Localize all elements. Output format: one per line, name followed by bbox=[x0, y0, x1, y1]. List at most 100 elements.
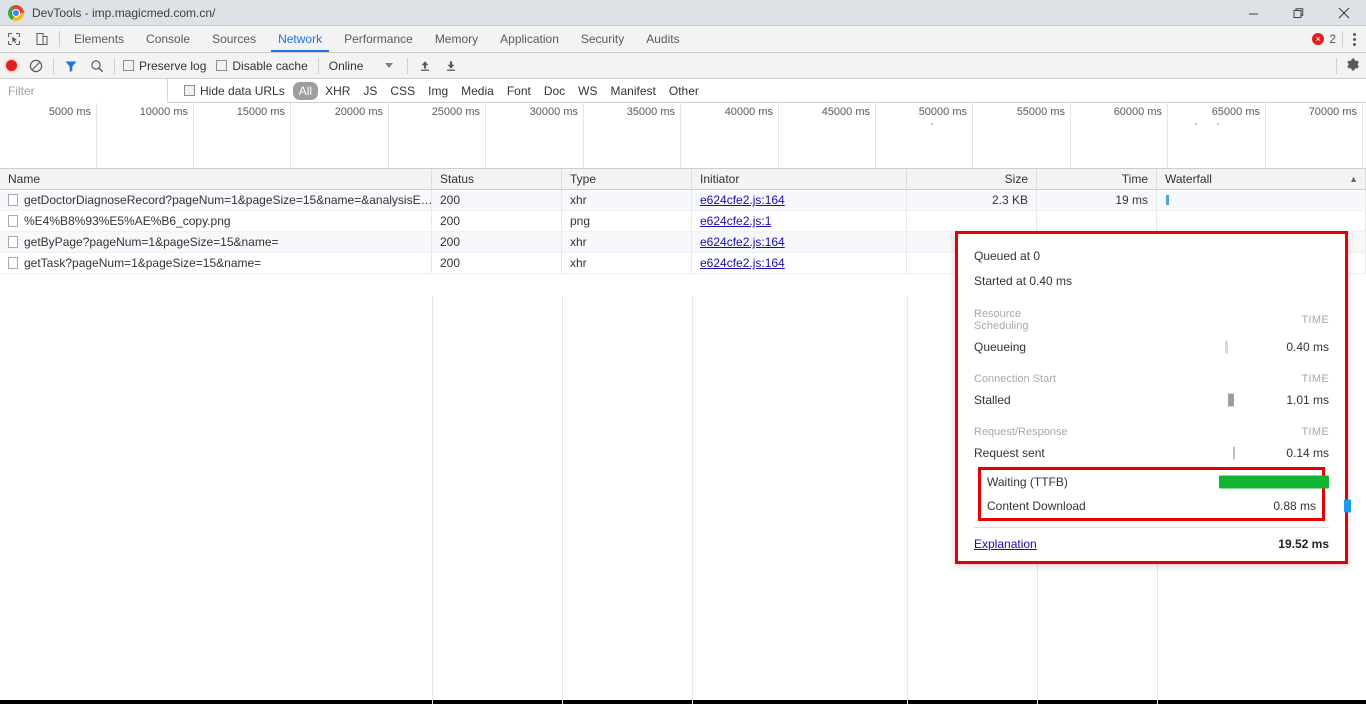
request-name-label: %E4%B8%93%E5%AE%B6_copy.png bbox=[24, 214, 231, 228]
request-file-icon bbox=[8, 257, 18, 269]
filter-type-all[interactable]: All bbox=[292, 81, 319, 100]
timeline-event-marker bbox=[931, 123, 933, 125]
export-har-icon[interactable] bbox=[438, 53, 464, 79]
filter-type-ws[interactable]: WS bbox=[572, 82, 603, 100]
error-count-label: 2 bbox=[1329, 32, 1336, 46]
restore-icon[interactable] bbox=[1276, 0, 1321, 26]
tab-security[interactable]: Security bbox=[570, 26, 635, 52]
initiator-link[interactable]: e624cfe2.js:164 bbox=[700, 193, 785, 207]
cell-name: getTask?pageNum=1&pageSize=15&name= bbox=[0, 253, 432, 273]
filter-type-doc[interactable]: Doc bbox=[538, 82, 571, 100]
timing-row-bar-cell bbox=[1068, 441, 1262, 465]
tab-application[interactable]: Application bbox=[489, 26, 570, 52]
initiator-link[interactable]: e624cfe2.js:164 bbox=[700, 256, 785, 270]
highlighted-timing-rows: Waiting (TTFB)17.09 ms Content Download 0.… bbox=[978, 467, 1351, 521]
column-divider bbox=[692, 296, 693, 704]
inspect-element-icon[interactable] bbox=[0, 26, 28, 52]
timing-group-name: Connection Start bbox=[974, 373, 1056, 385]
explanation-link[interactable]: Explanation bbox=[974, 537, 1037, 551]
timeline-tick: 70000 ms bbox=[0, 103, 1363, 168]
column-header-time[interactable]: Time bbox=[1037, 169, 1157, 189]
toolbar-divider-3 bbox=[317, 57, 319, 74]
record-stop-icon[interactable] bbox=[0, 53, 23, 79]
cell-initiator: e624cfe2.js:164 bbox=[692, 232, 907, 252]
filter-type-img[interactable]: Img bbox=[422, 82, 454, 100]
timing-breakdown-table: Resource Scheduling TIME Queueing 0.40 ms Co… bbox=[974, 294, 1329, 465]
filter-type-other[interactable]: Other bbox=[663, 82, 705, 100]
request-file-icon bbox=[8, 194, 18, 206]
cell-name: getByPage?pageNum=1&pageSize=15&name= bbox=[0, 232, 432, 252]
column-header-initiator[interactable]: Initiator bbox=[692, 169, 907, 189]
search-input[interactable] bbox=[0, 78, 168, 103]
column-header-type[interactable]: Type bbox=[562, 169, 692, 189]
disable-cache-checkbox[interactable]: Disable cache bbox=[212, 59, 313, 73]
cell-value: 200 bbox=[440, 235, 461, 249]
requests-table-header: Name Status Type Initiator Size Time Waterfall… bbox=[0, 169, 1366, 190]
preserve-log-checkbox[interactable]: Preserve log bbox=[119, 59, 212, 73]
tab-audits[interactable]: Audits bbox=[635, 26, 690, 52]
column-header-status[interactable]: Status bbox=[432, 169, 562, 189]
network-toolbar: Preserve log Disable cache Online bbox=[0, 53, 1366, 79]
column-header-name[interactable]: Name bbox=[0, 169, 432, 189]
devtools-window: DevTools - imp.magicmed.com.cn/ Elements… bbox=[0, 0, 1366, 704]
cell-time: 19 ms bbox=[1037, 190, 1157, 210]
cell-type: xhr bbox=[562, 253, 692, 273]
window-title-bar: DevTools - imp.magicmed.com.cn/ bbox=[0, 0, 1366, 26]
column-divider bbox=[562, 296, 563, 704]
import-har-icon[interactable] bbox=[412, 53, 438, 79]
throttling-value: Online bbox=[328, 58, 364, 73]
tab-elements[interactable]: Elements bbox=[63, 26, 135, 52]
tab-network[interactable]: Network bbox=[267, 26, 333, 52]
more-vertical-icon[interactable] bbox=[1342, 31, 1366, 47]
column-header-waterfall[interactable]: Waterfall bbox=[1157, 169, 1366, 189]
cell-value: xhr bbox=[570, 256, 587, 270]
chevron-down-icon bbox=[385, 63, 394, 68]
window-controls bbox=[1231, 0, 1366, 26]
timing-row-bar-cell bbox=[1086, 494, 1351, 518]
toggle-device-toolbar-icon[interactable] bbox=[28, 26, 56, 52]
timeline-event-marker bbox=[1195, 123, 1197, 125]
waterfall-bar[interactable] bbox=[1166, 195, 1169, 205]
network-overview-timeline[interactable]: 5000 ms 10000 ms 15000 ms 20000 ms 25000 ms 3… bbox=[0, 103, 1366, 169]
filter-funnel-icon[interactable] bbox=[58, 53, 84, 79]
timing-row: Stalled 1.01 ms bbox=[974, 388, 1329, 412]
tab-memory[interactable]: Memory bbox=[424, 26, 489, 52]
initiator-link[interactable]: e624cfe2.js:1 bbox=[700, 214, 771, 228]
filter-type-js[interactable]: JS bbox=[357, 82, 383, 100]
cell-size: 2.3 KB bbox=[907, 190, 1037, 210]
table-row[interactable]: %E4%B8%93%E5%AE%B6_copy.png 200 png e624cfe… bbox=[0, 211, 1366, 232]
clear-network-log-icon[interactable] bbox=[23, 53, 49, 79]
filter-type-media[interactable]: Media bbox=[455, 82, 500, 100]
devtools-tab-strip: Elements Console Sources Network Perform… bbox=[0, 26, 1366, 53]
cell-initiator: e624cfe2.js:1 bbox=[692, 211, 907, 231]
column-header-label: Name bbox=[8, 172, 41, 186]
filter-type-xhr[interactable]: XHR bbox=[319, 82, 356, 100]
hide-data-urls-checkbox[interactable]: Hide data URLs bbox=[184, 84, 285, 98]
search-icon[interactable] bbox=[84, 53, 110, 79]
cell-type: xhr bbox=[562, 190, 692, 210]
error-count-badge[interactable]: × 2 bbox=[1312, 32, 1342, 46]
filter-type-manifest[interactable]: Manifest bbox=[605, 82, 662, 100]
close-icon[interactable] bbox=[1321, 0, 1366, 26]
tab-sources[interactable]: Sources bbox=[201, 26, 267, 52]
initiator-link[interactable]: e624cfe2.js:164 bbox=[700, 235, 785, 249]
sort-ascending-icon[interactable]: ▲ bbox=[1349, 174, 1358, 184]
filter-type-css[interactable]: CSS bbox=[384, 82, 421, 100]
gear-icon[interactable] bbox=[1345, 57, 1360, 75]
table-row[interactable]: getDoctorDiagnoseRecord?pageNum=1&pageSi… bbox=[0, 190, 1366, 211]
toolbar-right bbox=[1336, 53, 1360, 78]
tab-console[interactable]: Console bbox=[135, 26, 201, 52]
timing-row-bar-cell bbox=[1068, 335, 1262, 359]
filter-type-font[interactable]: Font bbox=[501, 82, 537, 100]
cell-initiator: e624cfe2.js:164 bbox=[692, 190, 907, 210]
timing-group-header: Resource Scheduling TIME bbox=[974, 294, 1329, 335]
column-header-size[interactable]: Size bbox=[907, 169, 1037, 189]
minimize-icon[interactable] bbox=[1231, 0, 1276, 26]
timing-group-name: Resource Scheduling bbox=[974, 308, 1029, 332]
timing-row-label: Content Download bbox=[987, 499, 1086, 513]
tab-performance[interactable]: Performance bbox=[333, 26, 424, 52]
timing-bar bbox=[1232, 446, 1235, 460]
tabstrip-right-controls: × 2 bbox=[1312, 26, 1366, 52]
request-name-label: getDoctorDiagnoseRecord?pageNum=1&pageSi… bbox=[24, 193, 432, 207]
throttling-dropdown[interactable]: Online bbox=[323, 59, 404, 73]
